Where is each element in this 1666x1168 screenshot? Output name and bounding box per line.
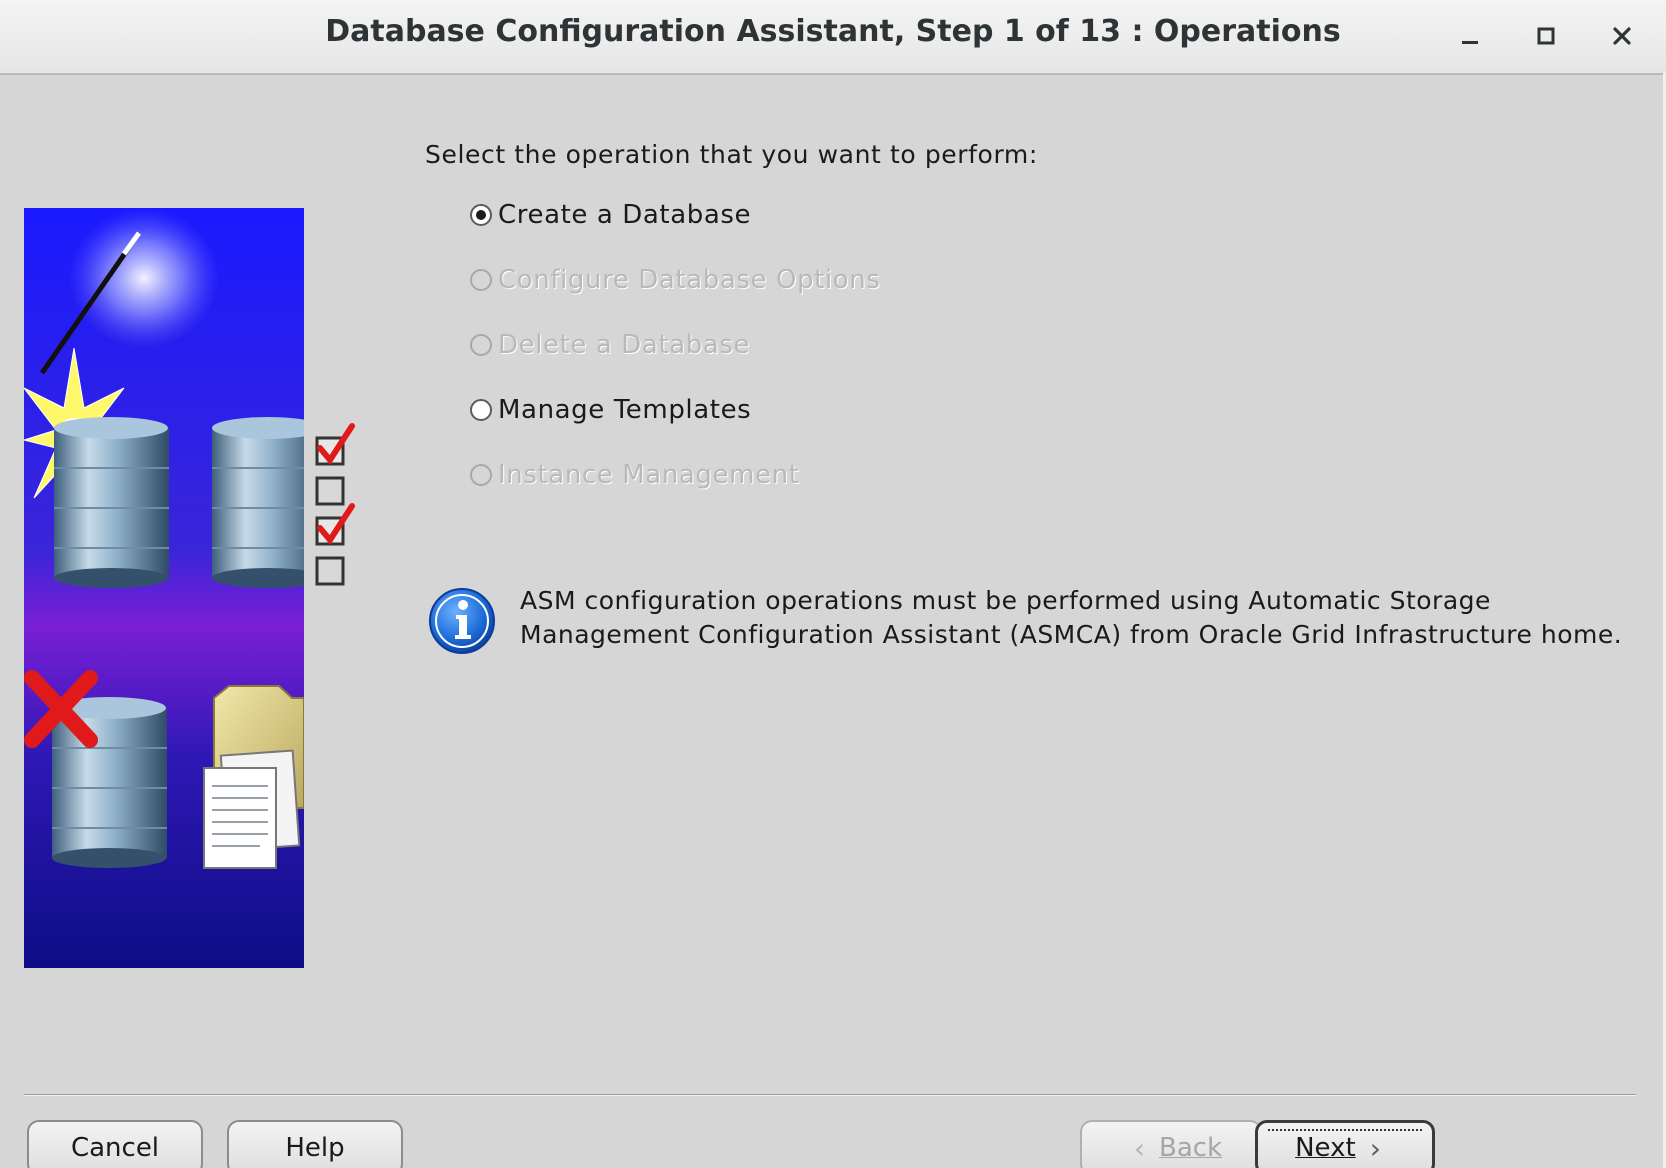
radio-manage-templates[interactable]: Manage Templates xyxy=(470,392,751,428)
window-title: Database Configuration Assistant, Step 1… xyxy=(325,14,1341,49)
maximize-icon xyxy=(1537,27,1555,45)
next-label: Next xyxy=(1295,1133,1356,1163)
radio-delete-database: Delete a Database xyxy=(470,327,750,363)
minimize-icon xyxy=(1462,41,1478,44)
checklist-icon xyxy=(315,423,355,586)
back-label: Back xyxy=(1159,1133,1223,1163)
radio-label: Manage Templates xyxy=(498,395,752,425)
dialog-window: Database Configuration Assistant, Step 1… xyxy=(0,0,1666,1168)
maximize-button[interactable] xyxy=(1522,12,1570,60)
radio-label: Create a Database xyxy=(498,200,752,230)
radio-button[interactable] xyxy=(470,204,492,226)
cancel-button[interactable]: Cancel xyxy=(27,1120,203,1168)
operation-prompt: Select the operation that you want to pe… xyxy=(425,140,1038,169)
chevron-right-icon: › xyxy=(1369,1131,1381,1165)
radio-label: Configure Database Options xyxy=(498,265,881,295)
help-label: Help xyxy=(285,1133,345,1163)
radio-button[interactable] xyxy=(470,399,492,421)
info-line-1: ASM configuration operations must be per… xyxy=(520,586,1491,615)
help-button[interactable]: Help xyxy=(227,1120,403,1168)
radio-instance-management: Instance Management xyxy=(470,457,800,493)
minimize-button[interactable] xyxy=(1446,12,1494,60)
radio-button xyxy=(470,334,492,356)
focus-ring xyxy=(1268,1129,1422,1131)
radio-button xyxy=(470,464,492,486)
asm-info-message: ASM configuration operations must be per… xyxy=(520,584,1640,652)
chevron-left-icon: ‹ xyxy=(1133,1131,1146,1165)
button-bar-separator xyxy=(24,1094,1636,1096)
info-line-2: Management Configuration Assistant (ASMC… xyxy=(520,620,1623,649)
dbca-wizard-illustration xyxy=(24,208,304,968)
radio-create-database[interactable]: Create a Database xyxy=(470,197,751,233)
close-button[interactable] xyxy=(1598,12,1646,60)
radio-label: Instance Management xyxy=(498,460,800,490)
radio-label: Delete a Database xyxy=(498,330,751,360)
close-icon xyxy=(1613,27,1631,45)
title-bar[interactable]: Database Configuration Assistant, Step 1… xyxy=(0,0,1666,75)
cancel-label: Cancel xyxy=(70,1133,160,1163)
back-button: ‹ Back xyxy=(1080,1120,1262,1168)
radio-button xyxy=(470,269,492,291)
radio-configure-database-options: Configure Database Options xyxy=(470,262,881,298)
next-button[interactable]: Next › xyxy=(1255,1120,1435,1168)
info-icon xyxy=(429,588,495,654)
